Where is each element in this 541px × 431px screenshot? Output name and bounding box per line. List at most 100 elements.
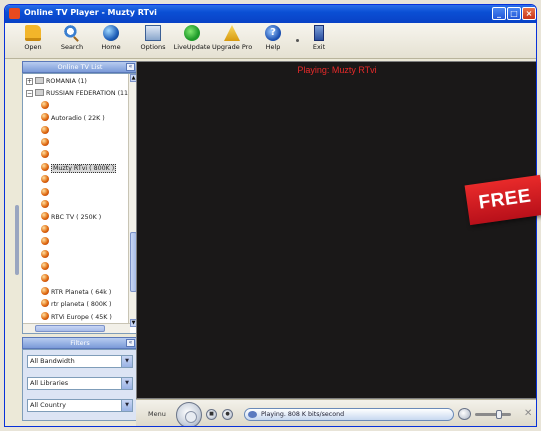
status-display: Playing. 808 K bits/second [244,408,454,421]
tree-horizontal-scrollbar[interactable] [23,323,130,333]
toolbar: Open Search Home Options LiveUpdate Upgr… [5,23,536,59]
tv-list-title: Online TV List [57,63,103,71]
tree-country-node[interactable]: + ROMANIA (1) [26,76,87,87]
player-controls: Menu ■ ● Playing. 808 K bits/second ✕ [136,399,536,426]
tree-channel-item[interactable] [41,200,51,211]
tv-channel-icon [41,311,49,320]
tv-channel-icon [41,237,49,246]
hscroll-thumb[interactable] [35,325,105,332]
speaker-icon[interactable] [458,408,471,420]
tree-item-label: ROMANIA (1) [46,78,87,85]
tree-channel-item[interactable] [41,274,51,285]
lock-icon [224,25,240,41]
tv-channel-icon [41,224,49,233]
filters-collapse-button[interactable]: « [126,339,135,347]
help-button[interactable]: ? Help [253,25,293,57]
search-button[interactable]: Search [52,25,92,57]
tree-channel-item[interactable]: rtr planeta ( 800K ) [41,299,112,310]
title-bar[interactable]: Online TV Player - Muzty RTvi _ □ × [5,5,536,23]
exit-button[interactable]: Exit [299,25,339,57]
maximize-button[interactable]: □ [507,7,521,20]
volume-knob[interactable] [496,410,502,419]
help-icon: ? [265,25,281,41]
tree-channel-item[interactable] [41,150,51,161]
tree-channel-item[interactable] [41,187,51,199]
play-button[interactable] [176,402,202,426]
chevron-down-icon[interactable]: ▼ [121,400,132,411]
tv-channel-icon [41,286,49,295]
globe-icon [103,25,119,41]
tree-item-label: RBC TV ( 250K ) [51,214,102,222]
tv-channel-icon [41,212,49,221]
flag-icon [35,89,44,97]
panel-splitter[interactable] [15,205,19,275]
volume-slider[interactable] [475,410,511,419]
help-label: Help [265,43,281,51]
tv-channel-icon [41,150,49,159]
tree-channel-item[interactable]: RBC TV ( 250K ) [41,212,101,223]
channel-tree: + ROMANIA (1) − RUSSIAN FEDERATION (11) Auto… [22,73,138,334]
minimize-button[interactable]: _ [492,7,506,20]
country-select[interactable]: All Country ▼ [27,399,133,412]
expand-node-icon[interactable]: + [26,78,33,85]
options-button[interactable]: Options [133,25,173,57]
home-button[interactable]: Home [91,25,131,57]
home-label: Home [101,43,121,51]
tree-item-label: RUSSIAN FEDERATION (11) [46,90,131,98]
collapse-button[interactable]: « [126,63,135,71]
tv-channel-icon [41,200,49,208]
tree-channel-item[interactable] [41,100,51,112]
chevron-down-icon[interactable]: ▼ [121,378,132,389]
filters-header: Filters « [22,337,138,349]
upgrade-button[interactable]: Upgrade Pro [212,25,252,57]
tree-item-label: Autoradio ( 22K ) [51,115,105,123]
tree-channel-item[interactable]: Muzty RTvi ( 800K ) [41,162,117,174]
tree-country-node[interactable]: − RUSSIAN FEDERATION (11) [26,88,131,99]
tree-channel-item[interactable] [41,138,51,149]
bandwidth-value: All Bandwidth [30,357,75,365]
tv-channel-icon [41,262,49,270]
collapse-node-icon[interactable]: − [26,90,33,98]
record-button[interactable]: ● [222,409,233,420]
exit-label: Exit [312,43,326,51]
options-icon [145,25,161,41]
tree-item-label: RTR Planeta ( 64k ) [51,288,112,296]
video-area[interactable]: Playing: Muzty RTvi [136,61,536,399]
tree-channel-item[interactable]: Autoradio ( 22K ) [41,113,105,124]
tree-channel-item[interactable]: RTR Planeta ( 64k ) [41,286,112,298]
tree-channel-item[interactable] [41,237,51,248]
tv-channel-icon [41,187,49,196]
tree-channel-item[interactable] [41,249,51,261]
tv-channel-icon [41,138,49,146]
tree-item-label: Muzty RTvi ( 800K ) [51,163,117,173]
menu-button[interactable]: Menu [148,410,166,418]
stop-button[interactable]: ■ [206,409,217,420]
tv-channel-icon [41,249,49,258]
search-icon [64,25,80,41]
country-value: All Country [30,401,66,409]
liveupdate-label: LiveUpdate [173,43,211,51]
left-panel: Online TV List « + ROMANIA (1) − RUSSIAN FE… [22,61,138,421]
bandwidth-select[interactable]: All Bandwidth ▼ [27,355,133,368]
now-playing-title: Playing: Muzty RTvi [297,65,377,75]
update-icon [184,25,200,41]
tree-channel-item[interactable] [41,262,51,273]
open-button[interactable]: Open [13,25,53,57]
tree-item-label: rtr planeta ( 800K ) [51,301,112,309]
chevron-down-icon[interactable]: ▼ [121,356,132,367]
app-window: Online TV Player - Muzty RTvi _ □ × Open… [4,4,537,427]
tree-channel-item[interactable] [41,224,51,236]
liveupdate-button[interactable]: LiveUpdate [172,25,212,57]
tv-channel-icon [41,274,49,283]
filters-title: Filters [70,339,90,347]
flag-icon [35,77,44,84]
tree-channel-item[interactable] [41,175,51,186]
tv-channel-icon [41,125,49,134]
open-label: Open [24,43,42,51]
tree-channel-item[interactable]: RTVi Europe ( 45K ) [41,311,112,323]
tv-channel-icon [41,162,49,171]
libraries-select[interactable]: All Libraries ▼ [27,377,133,390]
close-icon[interactable]: ✕ [524,408,532,419]
tree-channel-item[interactable] [41,125,51,137]
close-window-button[interactable]: × [522,7,536,20]
